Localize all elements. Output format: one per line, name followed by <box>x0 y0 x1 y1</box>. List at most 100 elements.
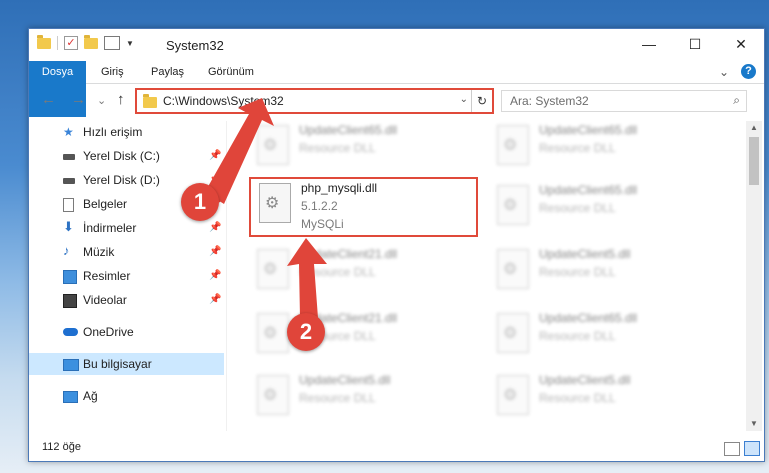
file-item[interactable]: UpdateClient21.dll Resource DLL <box>249 309 474 365</box>
scroll-down-icon[interactable]: ▼ <box>746 417 762 431</box>
dll-file-icon <box>257 125 289 165</box>
sidebar-item-pictures[interactable]: Resimler 📌 <box>29 265 224 287</box>
back-button[interactable]: ← <box>41 91 56 108</box>
sidebar-item-label: Belgeler <box>83 197 128 211</box>
chevron-down-icon[interactable]: ▼ <box>126 39 134 48</box>
navigation-bar: ← → ⌄ ↑ C:\Windows\System32 ⌄ ↻ Ara: Sys… <box>29 85 764 117</box>
ribbon-controls: ⌄ ? <box>719 64 756 79</box>
video-icon <box>63 294 77 308</box>
file-name: UpdateClient65.dll <box>539 123 638 137</box>
cloud-icon <box>63 328 78 336</box>
file-name: UpdateClient5.dll <box>539 373 631 387</box>
dll-file-icon <box>497 185 529 225</box>
search-input[interactable]: Ara: System32 <box>510 94 589 108</box>
sidebar-item-label: Müzik <box>83 245 115 259</box>
file-name: UpdateClient65.dll <box>539 183 638 197</box>
pin-icon[interactable]: 📌 <box>209 241 221 263</box>
help-icon[interactable]: ? <box>741 64 756 79</box>
file-list: UpdateClient65.dll Resource DLL UpdateCl… <box>247 121 741 431</box>
file-description: Resource DLL <box>299 141 376 155</box>
sidebar-item-label: Ağ <box>83 389 98 403</box>
sidebar-item-label: Yerel Disk (D:) <box>83 173 160 187</box>
address-path[interactable]: C:\Windows\System32 <box>163 94 284 108</box>
address-dropdown-icon[interactable]: ⌄ <box>460 94 468 105</box>
drive-icon <box>63 178 75 184</box>
status-bar: 112 öğe <box>29 435 764 461</box>
file-item-php-mysqli[interactable]: php_mysqli.dll 5.1.2.2 MySQLi <box>249 177 478 237</box>
toolbar-divider <box>57 36 58 50</box>
new-folder-icon[interactable] <box>84 34 98 49</box>
refresh-button[interactable]: ↻ <box>471 90 492 112</box>
expand-ribbon-icon[interactable]: ⌄ <box>719 65 729 79</box>
pin-icon[interactable]: 📌 <box>209 217 221 239</box>
sidebar-item-quick-access[interactable]: ★ Hızlı erişim <box>29 121 224 143</box>
file-description: Resource DLL <box>539 141 616 155</box>
file-name: UpdateClient65.dll <box>299 123 398 137</box>
file-description: MySQLi <box>301 217 344 231</box>
document-icon <box>63 198 74 212</box>
file-description: Resource DLL <box>539 329 616 343</box>
file-version: 5.1.2.2 <box>301 199 338 213</box>
address-bar[interactable]: C:\Windows\System32 ⌄ ↻ <box>135 88 494 114</box>
file-item[interactable]: UpdateClient65.dll Resource DLL <box>249 121 474 177</box>
search-icon[interactable]: ⌕ <box>733 93 740 108</box>
recent-locations-button[interactable]: ⌄ <box>97 94 106 107</box>
file-name: UpdateClient21.dll <box>299 247 398 261</box>
sidebar-item-label: Bu bilgisayar <box>83 357 152 371</box>
vertical-scrollbar[interactable]: ▲ ▼ <box>746 121 762 431</box>
scroll-up-icon[interactable]: ▲ <box>746 121 762 135</box>
file-item[interactable]: UpdateClient5.dll Resource DLL <box>489 245 714 301</box>
tab-view[interactable]: Görünüm <box>208 61 254 83</box>
sidebar-item-network[interactable]: Ağ <box>29 385 224 407</box>
file-description: Resource DLL <box>539 391 616 405</box>
tab-share[interactable]: Paylaş <box>151 61 184 83</box>
window-title: System32 <box>166 38 224 53</box>
file-item[interactable]: UpdateClient5.dll Resource DLL <box>249 371 474 427</box>
sidebar-item-this-pc[interactable]: Bu bilgisayar <box>29 353 224 375</box>
sidebar-item-label: Yerel Disk (C:) <box>83 149 160 163</box>
file-item[interactable]: UpdateClient65.dll Resource DLL <box>489 121 714 177</box>
minimize-button[interactable]: — <box>626 29 672 59</box>
navigation-pane: ★ Hızlı erişim Yerel Disk (C:) 📌 Yerel D… <box>29 121 226 431</box>
sidebar-item-label: OneDrive <box>83 325 134 339</box>
dll-file-icon <box>259 183 291 223</box>
file-item[interactable]: UpdateClient65.dll Resource DLL <box>489 309 714 365</box>
download-icon: ⬇ <box>63 219 74 234</box>
explorer-window: ✓ ▼ System32 — ☐ ✕ Dosya Giriş Paylaş Gö… <box>28 28 765 462</box>
pin-icon[interactable]: 📌 <box>209 265 221 287</box>
properties-check-icon[interactable]: ✓ <box>64 36 78 50</box>
dll-file-icon <box>257 249 289 289</box>
file-item[interactable]: UpdateClient5.dll Resource DLL <box>489 371 714 427</box>
sidebar-item-disk-c[interactable]: Yerel Disk (C:) 📌 <box>29 145 224 167</box>
music-icon: ♪ <box>63 243 70 258</box>
search-box[interactable]: Ara: System32 ⌕ <box>501 90 747 112</box>
file-description: Resource DLL <box>299 265 376 279</box>
sidebar-item-videos[interactable]: Videolar 📌 <box>29 289 224 311</box>
details-view-icon[interactable] <box>724 442 740 456</box>
scroll-thumb[interactable] <box>749 137 759 185</box>
close-button[interactable]: ✕ <box>718 29 764 59</box>
pin-icon[interactable]: 📌 <box>209 289 221 311</box>
forward-button[interactable]: → <box>71 91 86 108</box>
dll-file-icon <box>497 125 529 165</box>
tab-home[interactable]: Giriş <box>101 61 124 83</box>
step-2-marker: 2 <box>287 313 325 351</box>
sidebar-item-onedrive[interactable]: OneDrive <box>29 321 224 343</box>
file-item[interactable]: UpdateClient21.dll Resource DLL <box>249 245 474 301</box>
up-button[interactable]: ↑ <box>117 91 125 108</box>
pane-divider[interactable] <box>226 121 227 431</box>
folder-icon <box>143 94 157 108</box>
large-icons-view-icon[interactable] <box>744 441 760 456</box>
dll-file-icon <box>497 375 529 415</box>
file-name: UpdateClient65.dll <box>539 311 638 325</box>
pin-icon[interactable]: 📌 <box>209 145 221 167</box>
file-description: Resource DLL <box>299 391 376 405</box>
customize-icon[interactable] <box>104 36 120 50</box>
file-item[interactable]: UpdateClient65.dll Resource DLL <box>489 181 714 237</box>
sidebar-item-music[interactable]: ♪ Müzik 📌 <box>29 241 224 263</box>
window-controls: — ☐ ✕ <box>626 29 764 59</box>
network-icon <box>63 391 78 403</box>
folder-icon[interactable] <box>37 34 51 49</box>
sidebar-item-label: İndirmeler <box>83 221 137 235</box>
maximize-button[interactable]: ☐ <box>672 29 718 59</box>
